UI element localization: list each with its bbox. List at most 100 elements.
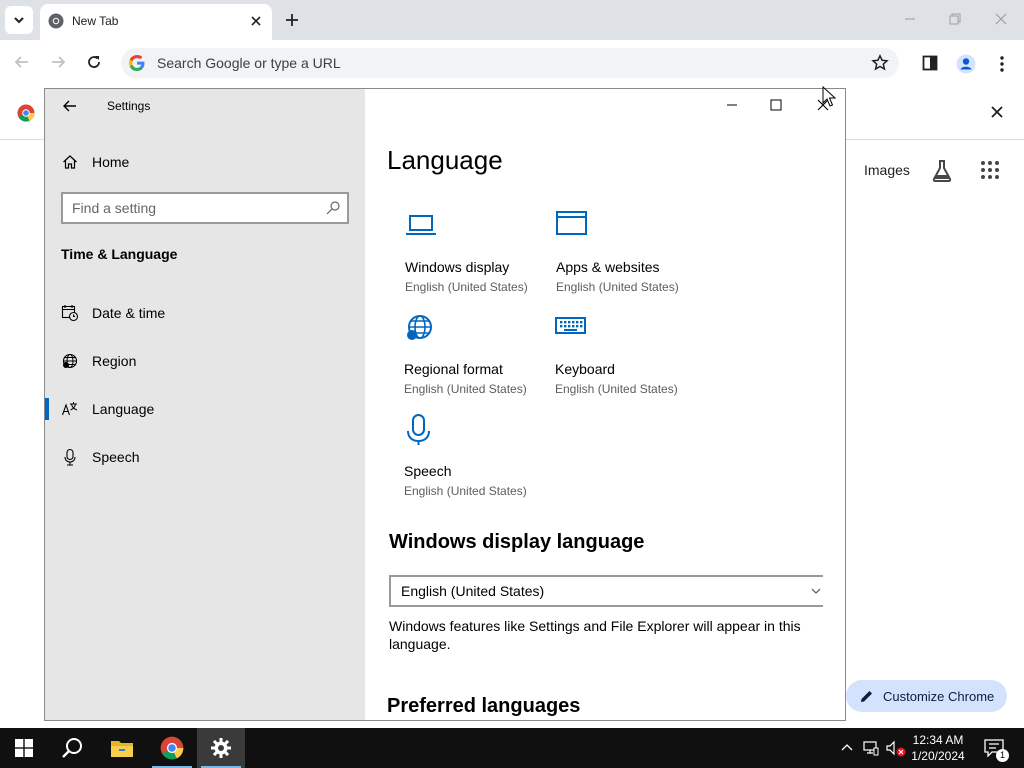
tile-title: Apps & websites (556, 259, 660, 275)
show-hidden-icons-chevron-icon[interactable] (841, 742, 853, 754)
start-button[interactable] (0, 728, 48, 768)
tab-new-tab[interactable]: New Tab (40, 4, 272, 40)
settings-sidebar: Settings Home Find a setting Time & Lang… (45, 89, 365, 720)
chrome-favicon-icon (48, 13, 64, 29)
laptop-icon (406, 215, 436, 235)
language-icon (61, 402, 78, 416)
tab-title: New Tab (72, 14, 119, 28)
bookmark-star-icon[interactable] (871, 54, 889, 72)
ntp-images-link[interactable]: Images (864, 162, 910, 178)
home-icon (63, 155, 77, 169)
reload-icon[interactable] (85, 53, 103, 71)
clock-time: 12:34 AM (912, 733, 964, 747)
tile-title: Speech (404, 463, 452, 479)
find-setting-placeholder: Find a setting (72, 200, 157, 216)
microphone-icon (407, 414, 430, 445)
chrome-menu-icon[interactable] (992, 54, 1012, 74)
display-language-dropdown[interactable]: English (United States) (389, 575, 823, 607)
tile-title: Keyboard (555, 361, 615, 377)
tab-search-button[interactable] (5, 6, 33, 34)
tile-keyboard[interactable]: Keyboard English (United States) (555, 312, 705, 402)
find-setting-input[interactable]: Find a setting (61, 192, 349, 224)
sidebar-item-label: Date & time (92, 305, 166, 321)
tile-speech[interactable]: Speech English (United States) (404, 414, 554, 504)
globe-icon (407, 315, 432, 340)
back-arrow-icon[interactable] (13, 53, 31, 71)
sidebar-item-label: Language (92, 401, 155, 417)
chrome-logo-icon (17, 104, 35, 122)
taskbar-file-explorer[interactable] (98, 728, 146, 768)
sidebar-item-region[interactable]: Region (45, 346, 365, 376)
sidebar-section-title: Time & Language (61, 246, 178, 262)
new-tab-plus-icon[interactable] (282, 10, 302, 30)
chevron-down-icon (14, 17, 24, 24)
home-label: Home (92, 154, 130, 170)
sidebar-item-speech[interactable]: Speech (45, 442, 365, 472)
windows-taskbar: 12:34 AM 1/20/2024 1 (0, 728, 1024, 768)
customize-chrome-button[interactable]: Customize Chrome (846, 680, 1007, 712)
maximize-icon[interactable] (769, 98, 783, 112)
back-arrow-icon[interactable] (62, 98, 78, 114)
taskbar-search-button[interactable] (48, 728, 96, 768)
keyboard-icon (555, 317, 586, 334)
notification-count-badge: 1 (996, 749, 1009, 762)
close-banner-icon[interactable] (989, 104, 1005, 120)
taskbar-clock[interactable]: 12:34 AM 1/20/2024 (905, 732, 971, 764)
display-language-heading: Windows display language (389, 531, 645, 553)
chrome-tab-strip: New Tab (0, 0, 1024, 40)
page-title: Language (387, 145, 503, 175)
calendar-clock-icon (61, 305, 79, 322)
windows-logo-icon (15, 739, 33, 757)
taskbar-chrome[interactable] (148, 728, 196, 768)
gear-icon (211, 738, 231, 758)
chrome-logo-icon (160, 736, 184, 760)
preferred-languages-heading: Preferred languages (387, 695, 581, 717)
taskbar-settings[interactable] (197, 728, 245, 768)
sidebar-item-date-time[interactable]: Date & time (45, 298, 365, 328)
close-tab-icon[interactable] (248, 13, 264, 29)
google-g-icon (129, 55, 145, 71)
omnibox[interactable]: Search Google or type a URL (121, 48, 899, 78)
minimize-icon[interactable] (725, 98, 739, 112)
labs-flask-icon[interactable] (931, 159, 953, 183)
action-center-button[interactable]: 1 (980, 728, 1012, 768)
customize-chrome-label: Customize Chrome (883, 689, 995, 704)
window-icon (556, 211, 587, 235)
folder-icon (111, 741, 133, 757)
chevron-down-icon (811, 588, 821, 594)
restore-icon[interactable] (948, 12, 962, 26)
display-language-description: Windows features like Settings and File … (389, 618, 801, 652)
settings-window: Settings Home Find a setting Time & Lang… (44, 88, 846, 721)
tile-title: Windows display (405, 259, 510, 275)
settings-content: Language Windows display English (United… (365, 89, 845, 720)
search-icon[interactable] (325, 200, 341, 216)
tile-subtitle: English (United States) (404, 484, 527, 498)
network-icon[interactable] (863, 740, 879, 756)
tile-subtitle: English (United States) (405, 280, 528, 294)
volume-muted-icon[interactable] (886, 740, 906, 758)
sidebar-item-label: Region (92, 353, 137, 369)
tile-subtitle: English (United States) (555, 382, 678, 396)
minimize-icon[interactable] (903, 12, 917, 26)
close-window-icon[interactable] (994, 12, 1008, 26)
profile-avatar-icon[interactable] (956, 54, 976, 74)
omnibox-placeholder: Search Google or type a URL (157, 55, 341, 71)
tile-windows-display[interactable]: Windows display English (United States) (405, 210, 555, 300)
settings-app-title: Settings (107, 99, 151, 113)
sidebar-item-home[interactable]: Home (45, 149, 365, 175)
tile-subtitle: English (United States) (404, 382, 527, 396)
pencil-icon (861, 691, 872, 702)
forward-arrow-icon[interactable] (49, 53, 67, 71)
tile-subtitle: English (United States) (556, 280, 679, 294)
tile-regional-format[interactable]: Regional format English (United States) (404, 312, 554, 402)
tile-apps-websites[interactable]: Apps & websites English (United States) (556, 210, 706, 300)
sidebar-item-language[interactable]: Language (45, 394, 365, 424)
mouse-cursor-icon (822, 86, 836, 107)
display-language-value: English (United States) (401, 583, 545, 599)
clock-date: 1/20/2024 (911, 749, 965, 763)
microphone-icon (64, 448, 76, 466)
globe-icon (62, 353, 78, 369)
google-apps-grid-icon[interactable] (980, 160, 1000, 180)
side-panel-icon[interactable] (921, 54, 939, 72)
sidebar-item-label: Speech (92, 449, 140, 465)
